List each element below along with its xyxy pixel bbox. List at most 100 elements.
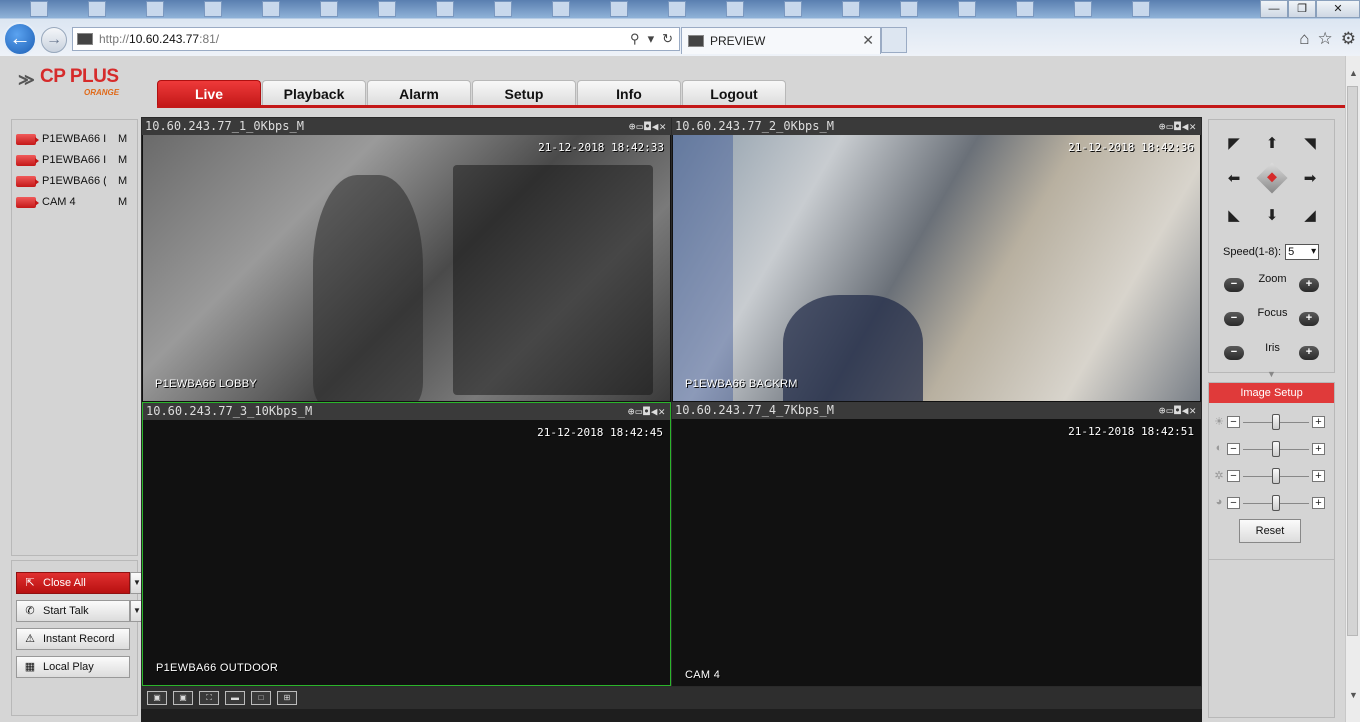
- focus-minus-button[interactable]: −: [1224, 312, 1244, 326]
- layout-2-icon[interactable]: ▣: [173, 691, 193, 705]
- scroll-down-arrow-icon[interactable]: ▼: [1349, 690, 1358, 700]
- scrollbar-thumb[interactable]: [1347, 86, 1358, 636]
- image-setup-title[interactable]: Image Setup: [1209, 383, 1334, 403]
- video-pane[interactable]: 10.60.243.77_1_0Kbps_M ⊕▭◘◀✕ 21-12-2018 …: [142, 118, 671, 402]
- desktop-icon: [1132, 1, 1150, 17]
- ptz-down-icon[interactable]: ⬇: [1261, 204, 1283, 226]
- hue-slider-thumb[interactable]: [1272, 495, 1280, 511]
- zoom-in-button[interactable]: +: [1299, 278, 1319, 292]
- device-item[interactable]: P1EWBA66 ( M: [16, 173, 134, 189]
- video-timestamp: 21-12-2018 18:42:33: [538, 141, 664, 154]
- brightness-minus-button[interactable]: −: [1227, 416, 1240, 428]
- ptz-up-right-icon[interactable]: ◥: [1299, 132, 1321, 154]
- new-tab-button[interactable]: [881, 27, 907, 53]
- ptz-right-icon[interactable]: ➡: [1299, 167, 1321, 189]
- layout-1-icon[interactable]: ▣: [147, 691, 167, 705]
- ptz-down-left-icon[interactable]: ◣: [1223, 204, 1245, 226]
- video-grid: 10.60.243.77_1_0Kbps_M ⊕▭◘◀✕ 21-12-2018 …: [141, 117, 1202, 687]
- desktop-icon: [30, 1, 48, 17]
- close-tab-icon[interactable]: ✕: [862, 32, 874, 49]
- gear-icon[interactable]: ⚙: [1341, 29, 1356, 49]
- ptz-up-left-icon[interactable]: ◤: [1223, 132, 1245, 154]
- device-stream-flag[interactable]: M: [118, 133, 127, 145]
- focus-plus-button[interactable]: +: [1299, 312, 1319, 326]
- ptz-center-icon[interactable]: [1256, 162, 1288, 194]
- ptz-left-icon[interactable]: ⬅: [1223, 167, 1245, 189]
- hue-plus-button[interactable]: +: [1312, 497, 1325, 509]
- collapse-arrow-icon[interactable]: ▼: [1208, 369, 1335, 381]
- browser-tab-preview[interactable]: PREVIEW ✕: [681, 27, 881, 54]
- pane-tool-icons[interactable]: ⊕▭◘◀✕: [1159, 402, 1197, 419]
- quad-view-icon[interactable]: ⊞: [277, 691, 297, 705]
- logo-mark-icon: ≫: [18, 72, 35, 89]
- hue-slider-row: ◕ − +: [1212, 495, 1332, 511]
- camera-icon: [16, 133, 39, 145]
- contrast-slider-thumb[interactable]: [1272, 441, 1280, 457]
- dropdown-icon[interactable]: ▾: [648, 31, 655, 47]
- iris-minus-button[interactable]: −: [1224, 346, 1244, 360]
- zoom-out-button[interactable]: −: [1224, 278, 1244, 292]
- close-window-button[interactable]: ✕: [1316, 0, 1360, 18]
- pane-tool-icons[interactable]: ⊕▭◘◀✕: [629, 118, 667, 135]
- local-play-button[interactable]: ▦ Local Play: [16, 656, 130, 678]
- instant-record-button[interactable]: ⚠ Instant Record: [16, 628, 130, 650]
- device-stream-flag[interactable]: M: [118, 175, 127, 187]
- forward-button[interactable]: →: [41, 27, 67, 53]
- reset-button[interactable]: Reset: [1239, 519, 1301, 543]
- start-talk-button[interactable]: ✆ Start Talk: [16, 600, 130, 622]
- speed-select[interactable]: 5: [1285, 244, 1320, 260]
- desktop-icon: [610, 1, 628, 17]
- home-icon[interactable]: ⌂: [1299, 29, 1309, 49]
- saturation-minus-button[interactable]: −: [1227, 470, 1240, 482]
- video-pane[interactable]: 10.60.243.77_4_7Kbps_M ⊕▭◘◀✕ 21-12-2018 …: [672, 402, 1201, 686]
- desktop-icon: [784, 1, 802, 17]
- video-feed[interactable]: 21-12-2018 18:42:36 P1EWBA66 BACKRM: [673, 135, 1200, 401]
- device-name: P1EWBA66 I: [42, 154, 106, 166]
- fullscreen-icon[interactable]: ⛶: [199, 691, 219, 705]
- brightness-slider-thumb[interactable]: [1272, 414, 1280, 430]
- minimize-button[interactable]: —: [1260, 0, 1288, 18]
- pane-stream-name: 10.60.243.77_1_0Kbps_M: [145, 119, 304, 133]
- ptz-down-right-icon[interactable]: ◢: [1299, 204, 1321, 226]
- tab-info[interactable]: Info: [577, 80, 681, 106]
- widescreen-icon[interactable]: ▬: [225, 691, 245, 705]
- scroll-up-arrow-icon[interactable]: ▲: [1349, 68, 1358, 78]
- single-view-icon[interactable]: □: [251, 691, 271, 705]
- video-pane[interactable]: 10.60.243.77_2_0Kbps_M ⊕▭◘◀✕ 21-12-2018 …: [672, 118, 1201, 402]
- video-feed[interactable]: 21-12-2018 18:42:45 P1EWBA66 OUTDOOR: [144, 420, 669, 684]
- contrast-minus-button[interactable]: −: [1227, 443, 1240, 455]
- search-icon[interactable]: ⚲: [630, 31, 640, 47]
- tab-alarm[interactable]: Alarm: [367, 80, 471, 106]
- back-button[interactable]: ←: [3, 22, 37, 56]
- tab-playback[interactable]: Playback: [262, 80, 366, 106]
- ptz-up-icon[interactable]: ⬆: [1261, 132, 1283, 154]
- desktop-strip: [0, 0, 1260, 18]
- address-bar[interactable]: http://10.60.243.77:81/ ⚲ ▾ ↻: [72, 27, 680, 51]
- iris-plus-button[interactable]: +: [1299, 346, 1319, 360]
- tab-setup[interactable]: Setup: [472, 80, 576, 106]
- pane-tool-icons[interactable]: ⊕▭◘◀✕: [1159, 118, 1197, 135]
- device-item[interactable]: P1EWBA66 I M: [16, 131, 134, 147]
- device-item[interactable]: CAM 4 M: [16, 194, 134, 210]
- pane-tool-icons[interactable]: ⊕▭◘◀✕: [628, 403, 666, 420]
- brightness-plus-button[interactable]: +: [1312, 416, 1325, 428]
- desktop-icon: [204, 1, 222, 17]
- url-text[interactable]: http://10.60.243.77:81/: [99, 32, 219, 46]
- device-item[interactable]: P1EWBA66 I M: [16, 152, 134, 168]
- video-feed[interactable]: 21-12-2018 18:42:33 P1EWBA66 LOBBY: [143, 135, 670, 401]
- hue-minus-button[interactable]: −: [1227, 497, 1240, 509]
- refresh-icon[interactable]: ↻: [662, 31, 673, 47]
- saturation-plus-button[interactable]: +: [1312, 470, 1325, 482]
- video-feed[interactable]: 21-12-2018 18:42:51 CAM 4: [673, 419, 1200, 685]
- video-pane[interactable]: 10.60.243.77_3_10Kbps_M ⊕▭◘◀✕ 21-12-2018…: [142, 402, 671, 686]
- brightness-icon: ☀: [1214, 416, 1224, 428]
- tab-logout[interactable]: Logout: [682, 80, 786, 106]
- close-all-button[interactable]: ⇱ Close All: [16, 572, 130, 594]
- device-stream-flag[interactable]: M: [118, 154, 127, 166]
- tab-live[interactable]: Live: [157, 80, 261, 106]
- maximize-button[interactable]: ❐: [1288, 0, 1316, 18]
- star-icon[interactable]: ☆: [1318, 29, 1333, 49]
- device-stream-flag[interactable]: M: [118, 196, 127, 208]
- contrast-plus-button[interactable]: +: [1312, 443, 1325, 455]
- saturation-slider-thumb[interactable]: [1272, 468, 1280, 484]
